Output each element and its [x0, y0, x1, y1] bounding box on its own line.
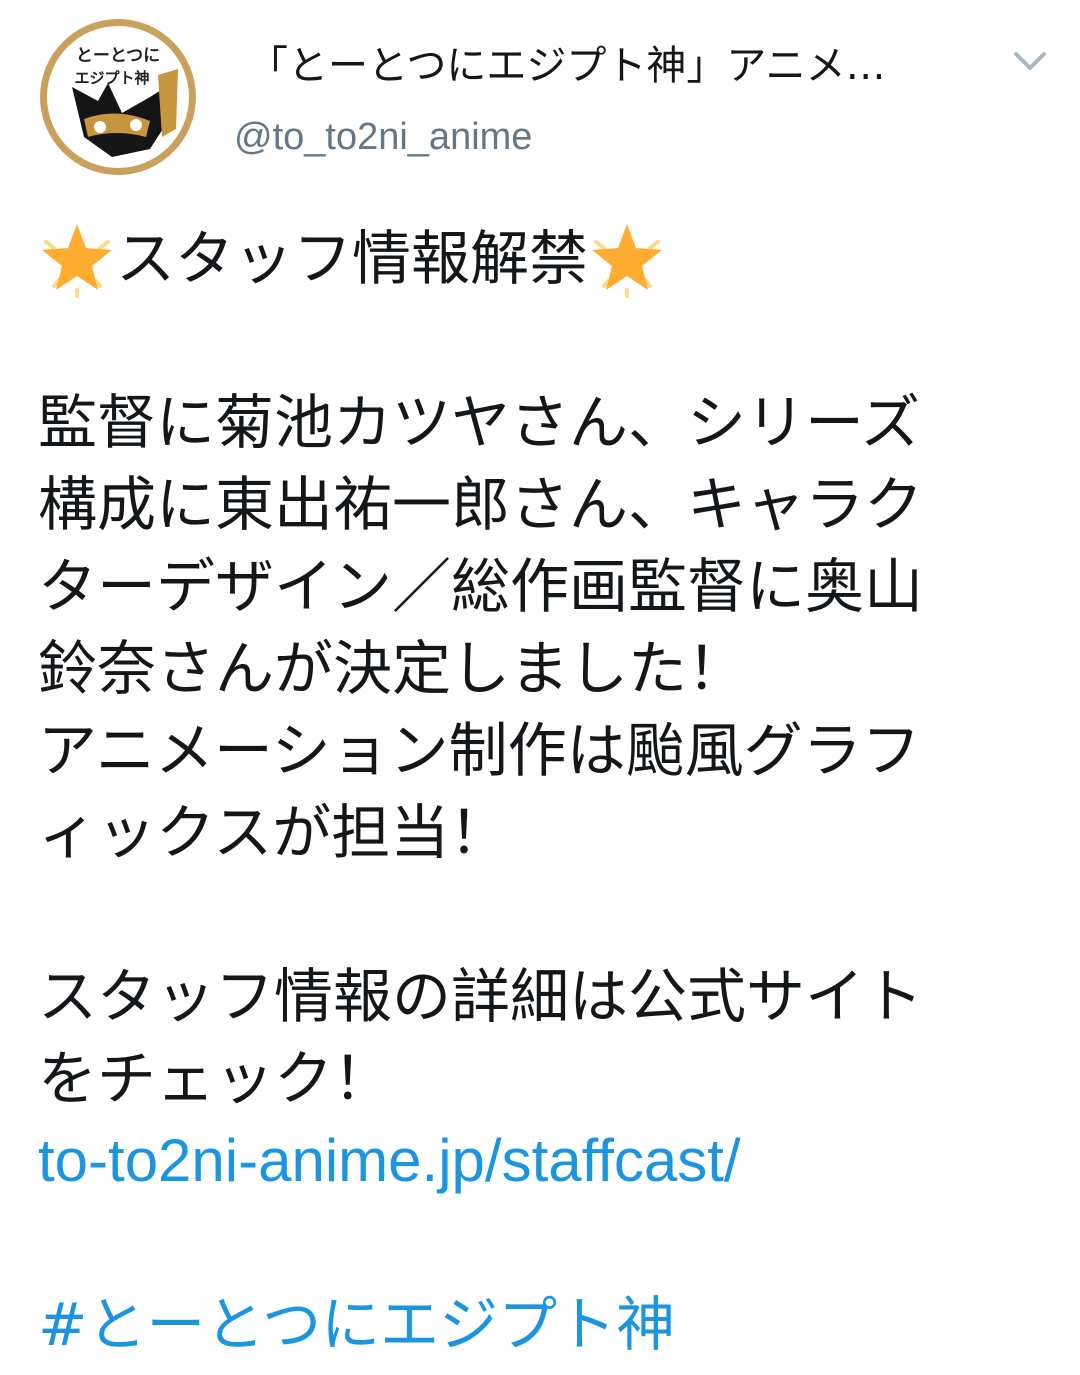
tweet-line: 構成に東出祐一郎さん、キャラク	[38, 470, 924, 539]
avatar-text-line2: エジプト神	[74, 69, 149, 87]
tweet-body: スタッフ情報解禁 監督に菊池カツヤさん、シリーズ 構成に東出祐一郎さん、キャラク…	[38, 218, 1048, 1366]
tweet-line: をチェック！	[38, 1044, 393, 1113]
headline-text: スタッフ情報解禁	[116, 224, 589, 293]
tweet-line: 鈴奈さんが決定しました！	[38, 634, 747, 703]
tweet-header: とーとつに エジプト神 「とーとつにエジプト神」アニメ… @to_to2ni_a…	[0, 0, 1080, 190]
tweet-line: スタッフ情報の詳細は公式サイト	[38, 962, 924, 1031]
tweet-line: ィックスが担当！	[38, 798, 509, 867]
tweet-line: ターデザイン／総作画監督に奥山	[38, 552, 924, 621]
tweet-line: アニメーション制作は颱風グラフ	[38, 716, 921, 785]
tweet-headline: スタッフ情報解禁	[38, 218, 1048, 300]
tweet-line: 監督に菊池カツヤさん、シリーズ	[38, 388, 921, 457]
account-handle[interactable]: @to_to2ni_anime	[234, 112, 532, 162]
anime-logo-avatar[interactable]: とーとつに エジプト神	[38, 17, 198, 177]
star-emoji-icon	[588, 220, 666, 298]
avatar-text-line1: とーとつに	[76, 46, 160, 66]
star-emoji-icon	[38, 220, 116, 298]
staff-page-link[interactable]: to-to2ni-anime.jp/staffcast/	[38, 1127, 741, 1194]
chevron-down-icon[interactable]	[1008, 42, 1052, 78]
display-name[interactable]: 「とーとつにエジプト神」アニメ…	[248, 40, 948, 92]
hashtag-link[interactable]: #とーとつにエジプト神	[38, 1290, 675, 1359]
